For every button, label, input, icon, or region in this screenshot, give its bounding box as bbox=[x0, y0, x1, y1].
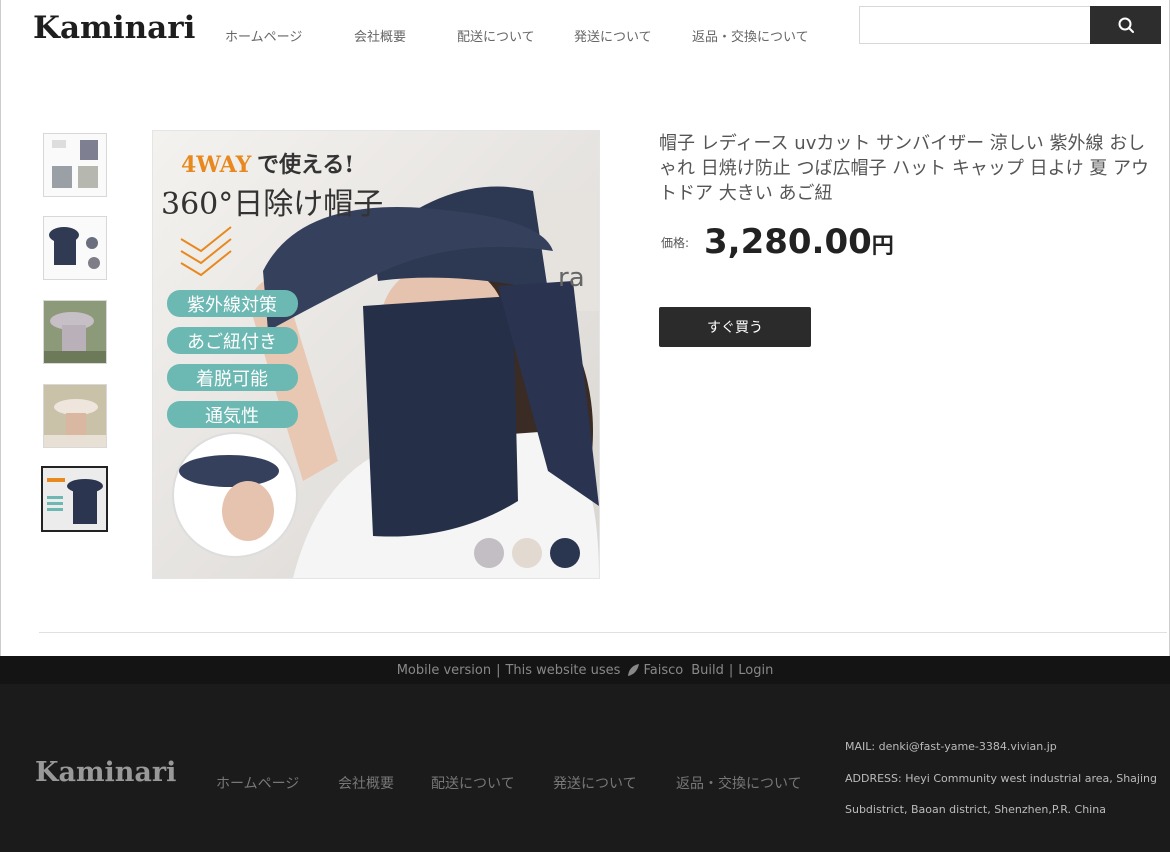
footer-separator: | bbox=[496, 662, 501, 678]
color-swatch-beige bbox=[512, 538, 542, 568]
product-title: 帽子 レディース uvカット サンバイザー 涼しい 紫外線 おしゃれ 日焼け防止… bbox=[659, 133, 1150, 204]
product-thumbnail-4[interactable] bbox=[43, 384, 107, 448]
product-photo: 紫外線対策 あご紐付き 着脱可能 通気性 4WAY で使える! 360°日除け帽… bbox=[153, 131, 599, 578]
image-headline-brand: 4WAY bbox=[181, 152, 252, 178]
product-main-image[interactable]: 紫外線対策 あご紐付き 着脱可能 通気性 4WAY で使える! 360°日除け帽… bbox=[152, 130, 600, 579]
price-currency: 円 bbox=[871, 234, 894, 259]
thumbnail-outdoor-image bbox=[44, 301, 106, 363]
product-price: 3,280.00円 bbox=[704, 222, 894, 262]
footer-nav-returns[interactable]: 返品・交換について bbox=[676, 773, 802, 793]
footer-nav-company[interactable]: 会社概要 bbox=[338, 773, 394, 793]
footer-nav-home[interactable]: ホームページ bbox=[216, 773, 299, 793]
search-button[interactable] bbox=[1090, 6, 1161, 44]
product-thumbnail-1[interactable] bbox=[43, 133, 107, 197]
mobile-version-link[interactable]: Mobile version bbox=[397, 663, 491, 678]
image-hat-print: ra bbox=[558, 263, 585, 293]
nav-company[interactable]: 会社概要 bbox=[354, 26, 406, 45]
mail-label: MAIL: bbox=[845, 740, 876, 753]
mail-address[interactable]: denki@fast-yame-3384.vivian.jp bbox=[879, 740, 1057, 753]
feature-detachable: 着脱可能 bbox=[196, 369, 268, 390]
faisco-link[interactable]: Faisco bbox=[643, 663, 683, 678]
nav-delivery[interactable]: 配送について bbox=[457, 26, 535, 45]
buy-now-button[interactable]: すぐ買う bbox=[659, 307, 811, 347]
thumbnail-collage-image bbox=[44, 134, 106, 196]
faisco-leaf-icon bbox=[628, 664, 640, 676]
build-text: Build bbox=[691, 662, 724, 678]
search-input[interactable] bbox=[860, 7, 1092, 43]
image-headline-rest: で使える! bbox=[257, 152, 354, 178]
color-swatch-navy bbox=[550, 538, 580, 568]
color-swatch-gray bbox=[474, 538, 504, 568]
page-content: Kaminari ホームページ 会社概要 配送について 発送について 返品・交換… bbox=[0, 0, 1170, 656]
footer-logo[interactable]: Kaminari bbox=[35, 757, 176, 788]
site-uses-text: This website uses bbox=[505, 662, 621, 678]
footer-address: ADDRESS: Heyi Community west industrial … bbox=[845, 772, 1157, 785]
site-logo[interactable]: Kaminari bbox=[33, 10, 195, 46]
search-icon bbox=[1118, 17, 1134, 33]
price-value: 3,280.00 bbox=[704, 222, 872, 262]
footer-separator: | bbox=[728, 662, 734, 678]
footer-address-line-2: Subdistrict, Baoan district, Shenzhen,P.… bbox=[845, 803, 1106, 816]
section-divider bbox=[39, 632, 1167, 633]
nav-returns[interactable]: 返品・交換について bbox=[692, 26, 809, 45]
product-thumbnail-2[interactable] bbox=[43, 216, 107, 280]
price-label: 価格: bbox=[661, 236, 690, 250]
thumbnail-beige-hat-image bbox=[44, 385, 106, 447]
thumbnail-mask-image bbox=[44, 217, 106, 279]
nav-shipping[interactable]: 発送について bbox=[574, 26, 652, 45]
feature-uv: 紫外線対策 bbox=[187, 295, 277, 316]
search-box bbox=[859, 6, 1161, 44]
nav-home[interactable]: ホームページ bbox=[225, 26, 302, 45]
footer-mail: MAIL: denki@fast-yame-3384.vivian.jp bbox=[845, 740, 1057, 753]
product-thumbnail-3[interactable] bbox=[43, 300, 107, 364]
address-label: ADDRESS: bbox=[845, 772, 902, 785]
footer-nav-delivery[interactable]: 配送について bbox=[431, 773, 515, 793]
footer-nav-shipping[interactable]: 発送について bbox=[553, 773, 637, 793]
login-link[interactable]: Login bbox=[738, 663, 773, 678]
product-thumbnail-5[interactable] bbox=[41, 466, 108, 532]
image-subheadline: 360°日除け帽子 bbox=[161, 187, 383, 222]
feature-chin-strap: あご紐付き bbox=[187, 332, 277, 353]
address-line-1: Heyi Community west industrial area, Sha… bbox=[905, 772, 1157, 785]
thumbnail-navy-hat-image bbox=[43, 468, 106, 530]
feature-breathable: 通気性 bbox=[205, 406, 259, 427]
footer: Mobile version | This website uses Faisc… bbox=[0, 656, 1170, 852]
footer-bar: Mobile version | This website uses Faisc… bbox=[0, 656, 1170, 684]
